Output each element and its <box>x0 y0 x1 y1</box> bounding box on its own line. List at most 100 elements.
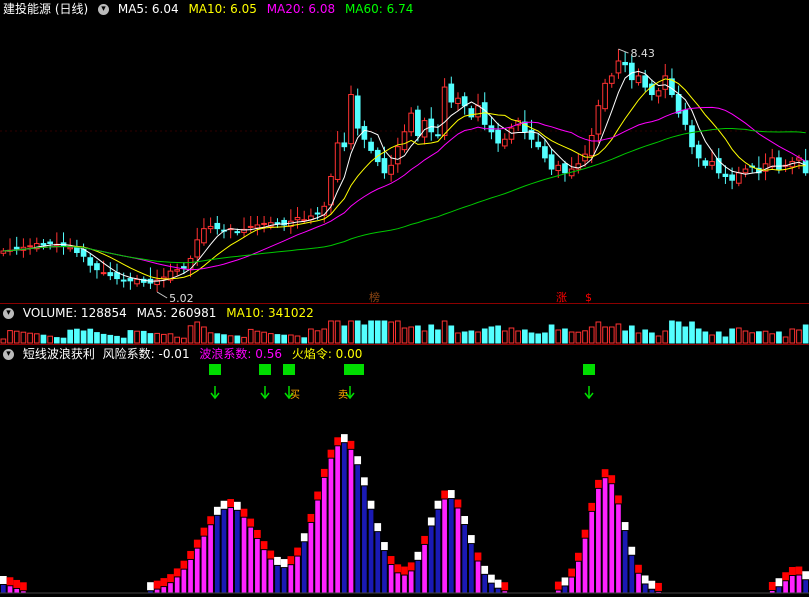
volume-bar <box>689 321 695 344</box>
wave-bar <box>602 478 608 593</box>
wave-cap <box>13 579 21 588</box>
wave-cap <box>180 560 188 569</box>
wave-bar <box>642 584 648 593</box>
candle <box>67 246 74 250</box>
wave-bar <box>575 561 581 593</box>
candle <box>100 272 107 275</box>
wave-bar <box>261 550 267 593</box>
wave-cap <box>447 490 455 499</box>
wave-cap <box>494 579 502 588</box>
wave-cap <box>227 499 235 508</box>
volume-bar <box>789 328 796 344</box>
volume-bar <box>381 320 388 344</box>
wave-cap <box>374 523 382 532</box>
wave-cap <box>220 500 228 509</box>
wave-bar <box>622 531 628 593</box>
candle <box>247 225 254 228</box>
volume-bar <box>635 332 642 344</box>
wave-cap <box>307 513 315 522</box>
volume-bar <box>628 325 635 344</box>
high-pointer <box>618 48 629 54</box>
wave-bar <box>7 586 13 593</box>
wave-bar <box>596 488 601 593</box>
wave-cap <box>347 440 355 449</box>
volume-bar <box>682 326 689 344</box>
wave-cap <box>287 556 295 565</box>
wave-bar <box>636 573 641 593</box>
volume-bar <box>394 320 401 344</box>
candle <box>314 212 321 215</box>
volume-bar <box>341 325 348 344</box>
candle <box>381 158 388 174</box>
volume-bar <box>94 332 100 344</box>
candle <box>415 109 421 137</box>
volume-bar <box>67 329 74 344</box>
volume-bar <box>769 333 776 344</box>
candle <box>628 62 635 81</box>
candle <box>435 134 441 137</box>
volume-bar <box>334 320 341 344</box>
wave-bar <box>803 580 808 593</box>
wave-bar <box>168 583 173 593</box>
wave-bar <box>455 508 461 593</box>
wave-bar <box>442 499 447 593</box>
candle <box>328 175 334 206</box>
wave-cap <box>561 577 569 586</box>
candle <box>107 272 114 277</box>
wave-cap <box>501 582 509 591</box>
low-pointer <box>156 291 168 299</box>
candle <box>134 278 140 285</box>
candle <box>689 125 695 148</box>
wave-bar <box>281 568 287 593</box>
wave-cap <box>354 456 362 465</box>
wave-cap <box>247 518 255 527</box>
volume-bar <box>388 321 394 344</box>
stock-chart-canvas: 8.43 5.02 榜 涨 $ 买 卖 <box>0 47 809 594</box>
wave-cap <box>421 535 428 544</box>
volume-bar <box>100 333 107 344</box>
candle <box>709 161 715 166</box>
wave-cap <box>474 552 482 561</box>
wave-bar <box>462 525 468 593</box>
wave-bar <box>469 544 474 593</box>
wave-bar <box>776 587 782 593</box>
volume-bar <box>354 320 361 344</box>
wave-cap <box>401 566 408 575</box>
candle <box>408 112 415 133</box>
volume-bar <box>74 328 80 344</box>
volume-bar <box>729 328 735 344</box>
wave-cap <box>635 564 642 573</box>
volume-bar <box>488 326 495 344</box>
candle <box>274 222 281 225</box>
candle <box>769 157 776 168</box>
volume-bar <box>0 338 7 344</box>
wave-cap <box>300 533 308 542</box>
volume-bar <box>655 335 662 344</box>
candle <box>495 129 501 144</box>
volume-bar <box>314 330 321 344</box>
volume-bar <box>87 328 94 344</box>
candle <box>702 160 709 166</box>
wave-cap <box>574 552 582 561</box>
wave-cap <box>595 479 602 488</box>
wave-bar <box>382 551 387 593</box>
wave-bar <box>569 577 574 593</box>
candle <box>455 97 461 104</box>
wave-bar <box>248 527 254 593</box>
signal-square <box>583 364 595 375</box>
volume-bar <box>374 320 381 344</box>
wave-bar <box>562 586 568 593</box>
candle <box>13 246 20 250</box>
wave-bar <box>188 559 193 593</box>
volume-bar <box>40 334 47 344</box>
volume-bar <box>247 328 254 344</box>
signal-square <box>283 364 295 375</box>
volume-bar <box>588 326 595 344</box>
volume-bar <box>368 320 374 344</box>
volume-bar <box>107 334 114 344</box>
volume-bar <box>261 331 267 344</box>
volume-bar <box>608 326 615 344</box>
volume-bar <box>435 329 441 344</box>
badge-bang: 榜 <box>369 290 380 304</box>
candle <box>735 172 742 184</box>
